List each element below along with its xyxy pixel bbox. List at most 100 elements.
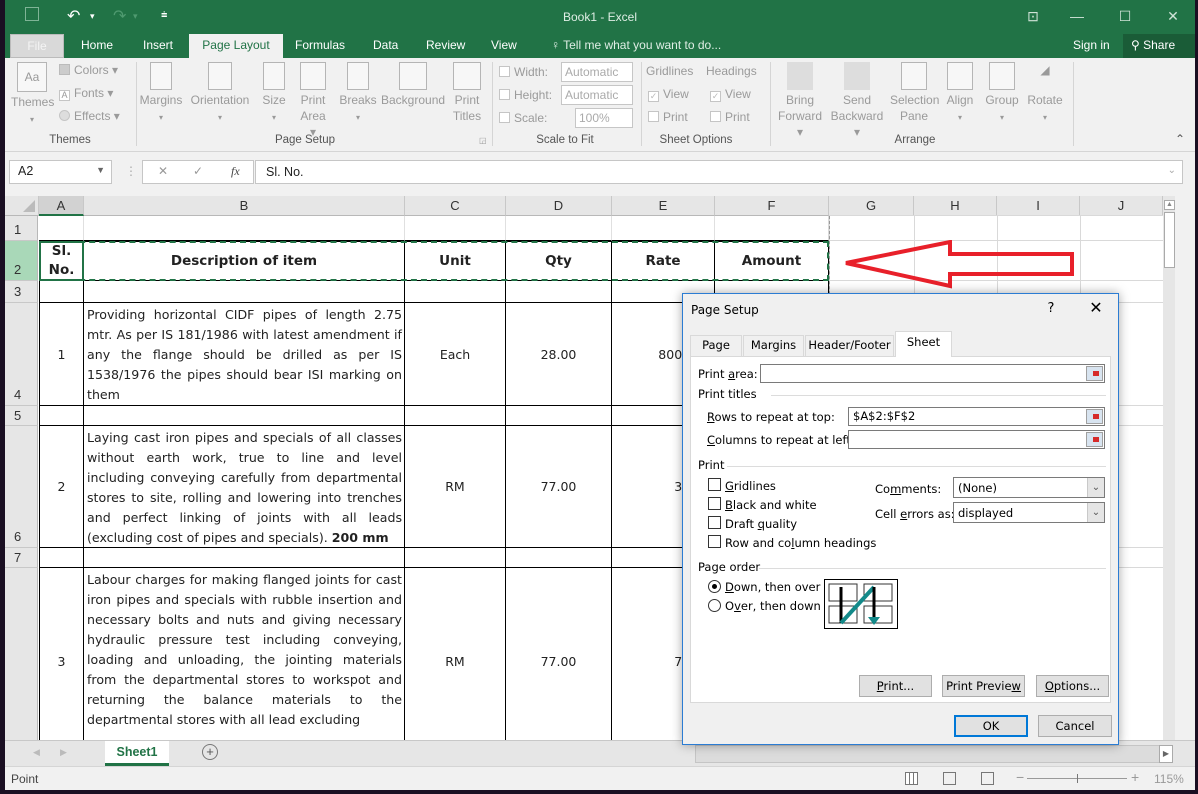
item-sl-no[interactable]: 1	[39, 303, 84, 406]
gridlines-checkbox[interactable]	[708, 478, 721, 491]
size-button[interactable]: Size ▾	[259, 62, 289, 126]
horizontal-scrollbar[interactable]	[695, 745, 1161, 763]
margins-button[interactable]: Margins ▾	[139, 62, 183, 126]
ribbon-display-options-icon[interactable]: ⊡	[1013, 4, 1053, 28]
cell-errors-select[interactable]: displayed ⌄	[953, 502, 1105, 523]
print-area-input[interactable]	[760, 364, 1105, 383]
cell-empty[interactable]	[84, 548, 405, 568]
formula-input[interactable]: Sl. No. ⌄	[255, 160, 1183, 184]
collapse-dialog-icon[interactable]	[1086, 366, 1103, 381]
scroll-thumb[interactable]	[1164, 212, 1175, 268]
column-header-i[interactable]: I	[997, 196, 1080, 216]
sheet-tab-sheet1[interactable]: Sheet1	[105, 741, 169, 766]
dialog-tab-header-footer[interactable]: Header/Footer	[805, 335, 894, 356]
collapse-dialog-icon[interactable]	[1086, 409, 1103, 424]
cell-empty[interactable]	[405, 216, 506, 241]
headings-view-checkbox[interactable]: ✓ View	[710, 87, 751, 102]
row-header-7[interactable]: 7	[5, 548, 38, 568]
column-header-g[interactable]: G	[829, 196, 914, 216]
print-titles-button[interactable]: Print Titles	[451, 62, 483, 124]
header-rate[interactable]: Rate	[612, 241, 715, 281]
rotate-button[interactable]: ◢ Rotate ▾	[1025, 62, 1065, 126]
vertical-scrollbar[interactable]: ▲	[1163, 196, 1175, 740]
column-header-b[interactable]: B	[84, 196, 405, 216]
header-unit[interactable]: Unit	[405, 241, 506, 281]
fonts-button[interactable]: A Fonts ▾	[59, 86, 113, 101]
select-all-corner[interactable]	[5, 196, 39, 216]
item-description[interactable]: Laying cast iron pipes and specials of a…	[84, 426, 405, 548]
cell-empty[interactable]	[405, 406, 506, 426]
header-description[interactable]: Description of item	[84, 241, 405, 281]
print-button[interactable]: Print...	[859, 675, 932, 697]
add-sheet-icon[interactable]: +	[202, 744, 218, 760]
scroll-tabs-right-icon[interactable]: ▶	[60, 747, 67, 758]
group-button[interactable]: Group ▾	[983, 62, 1021, 126]
name-box[interactable]: A2 ▼	[9, 160, 112, 184]
comments-select[interactable]: (None) ⌄	[953, 477, 1105, 498]
scroll-tabs-left-icon[interactable]: ◀	[33, 747, 40, 758]
item-sl-no[interactable]: 2	[39, 426, 84, 548]
zoom-slider[interactable]	[1027, 774, 1127, 783]
send-backward-button[interactable]: Send Backward ▾	[829, 62, 885, 140]
cell-empty[interactable]	[39, 406, 84, 426]
help-button[interactable]: ?	[1039, 301, 1063, 316]
item-qty[interactable]: 77.00	[506, 426, 612, 548]
down-then-over-radio[interactable]	[708, 580, 721, 593]
scale-spinner[interactable]: 100%	[575, 108, 633, 128]
minimize-button[interactable]: —	[1057, 4, 1097, 28]
ok-button[interactable]: OK	[954, 715, 1028, 737]
print-area-button[interactable]: Print Area ▾	[297, 62, 329, 140]
item-unit[interactable]: Each	[405, 303, 506, 406]
zoom-out-button[interactable]: −	[1016, 769, 1024, 785]
header-amount[interactable]: Amount	[715, 241, 829, 281]
column-header-c[interactable]: C	[405, 196, 506, 216]
maximize-button[interactable]: ☐	[1105, 4, 1145, 28]
page-setup-launcher-icon[interactable]: ◲	[479, 136, 487, 145]
gridlines-view-checkbox[interactable]: ✓ View	[648, 87, 689, 102]
expand-formula-icon[interactable]: ⌄	[1168, 165, 1176, 176]
bring-forward-button[interactable]: Bring Forward ▾	[775, 62, 825, 140]
cols-repeat-input[interactable]	[848, 430, 1105, 449]
tell-me-search[interactable]: ♀ Tell me what you want to do...	[541, 34, 731, 58]
effects-button[interactable]: Effects ▾	[59, 109, 120, 123]
insert-function-icon[interactable]: fx	[231, 164, 240, 179]
column-header-a[interactable]: A	[39, 196, 84, 216]
cell-empty[interactable]	[84, 281, 405, 303]
row-header-4[interactable]: 4	[5, 303, 38, 406]
row-header-5[interactable]: 5	[5, 406, 38, 426]
print-preview-button[interactable]: Print Preview	[942, 675, 1025, 697]
close-button[interactable]: ✕	[1153, 4, 1193, 28]
row-header-2[interactable]: 2	[5, 241, 38, 281]
row-col-headings-checkbox[interactable]	[708, 535, 721, 548]
column-header-f[interactable]: F	[715, 196, 829, 216]
tab-home[interactable]: Home	[71, 34, 123, 58]
cell-empty[interactable]	[506, 216, 612, 241]
tab-insert[interactable]: Insert	[133, 34, 183, 58]
cell-empty[interactable]	[506, 281, 612, 303]
headings-print-checkbox[interactable]: Print	[710, 110, 750, 124]
tab-review[interactable]: Review	[416, 34, 475, 58]
item-description[interactable]: Providing horizontal CIDF pipes of lengt…	[84, 303, 405, 406]
height-dropdown[interactable]: Automatic	[561, 85, 633, 105]
column-header-d[interactable]: D	[506, 196, 612, 216]
tab-view[interactable]: View	[481, 34, 527, 58]
cell-empty[interactable]	[715, 216, 829, 241]
column-header-e[interactable]: E	[612, 196, 715, 216]
confirm-entry-icon[interactable]: ✓	[193, 164, 203, 178]
cell-empty[interactable]	[506, 548, 612, 568]
collapse-dialog-icon[interactable]	[1086, 432, 1103, 447]
black-and-white-checkbox[interactable]	[708, 497, 721, 510]
width-dropdown[interactable]: Automatic	[561, 62, 633, 82]
selection-pane-button[interactable]: Selection Pane	[890, 62, 939, 124]
zoom-level[interactable]: 115%	[1154, 772, 1184, 786]
options-button[interactable]: Options...	[1036, 675, 1109, 697]
cell-empty[interactable]	[612, 216, 715, 241]
column-header-j[interactable]: J	[1080, 196, 1163, 216]
scroll-right-icon[interactable]: ▶	[1159, 745, 1173, 763]
gridlines-print-checkbox[interactable]: Print	[648, 110, 688, 124]
item-unit[interactable]: RM	[405, 568, 506, 740]
over-then-down-radio[interactable]	[708, 599, 721, 612]
cell-empty[interactable]	[405, 548, 506, 568]
tab-file[interactable]: File	[10, 34, 64, 58]
tab-page-layout[interactable]: Page Layout	[189, 34, 283, 58]
